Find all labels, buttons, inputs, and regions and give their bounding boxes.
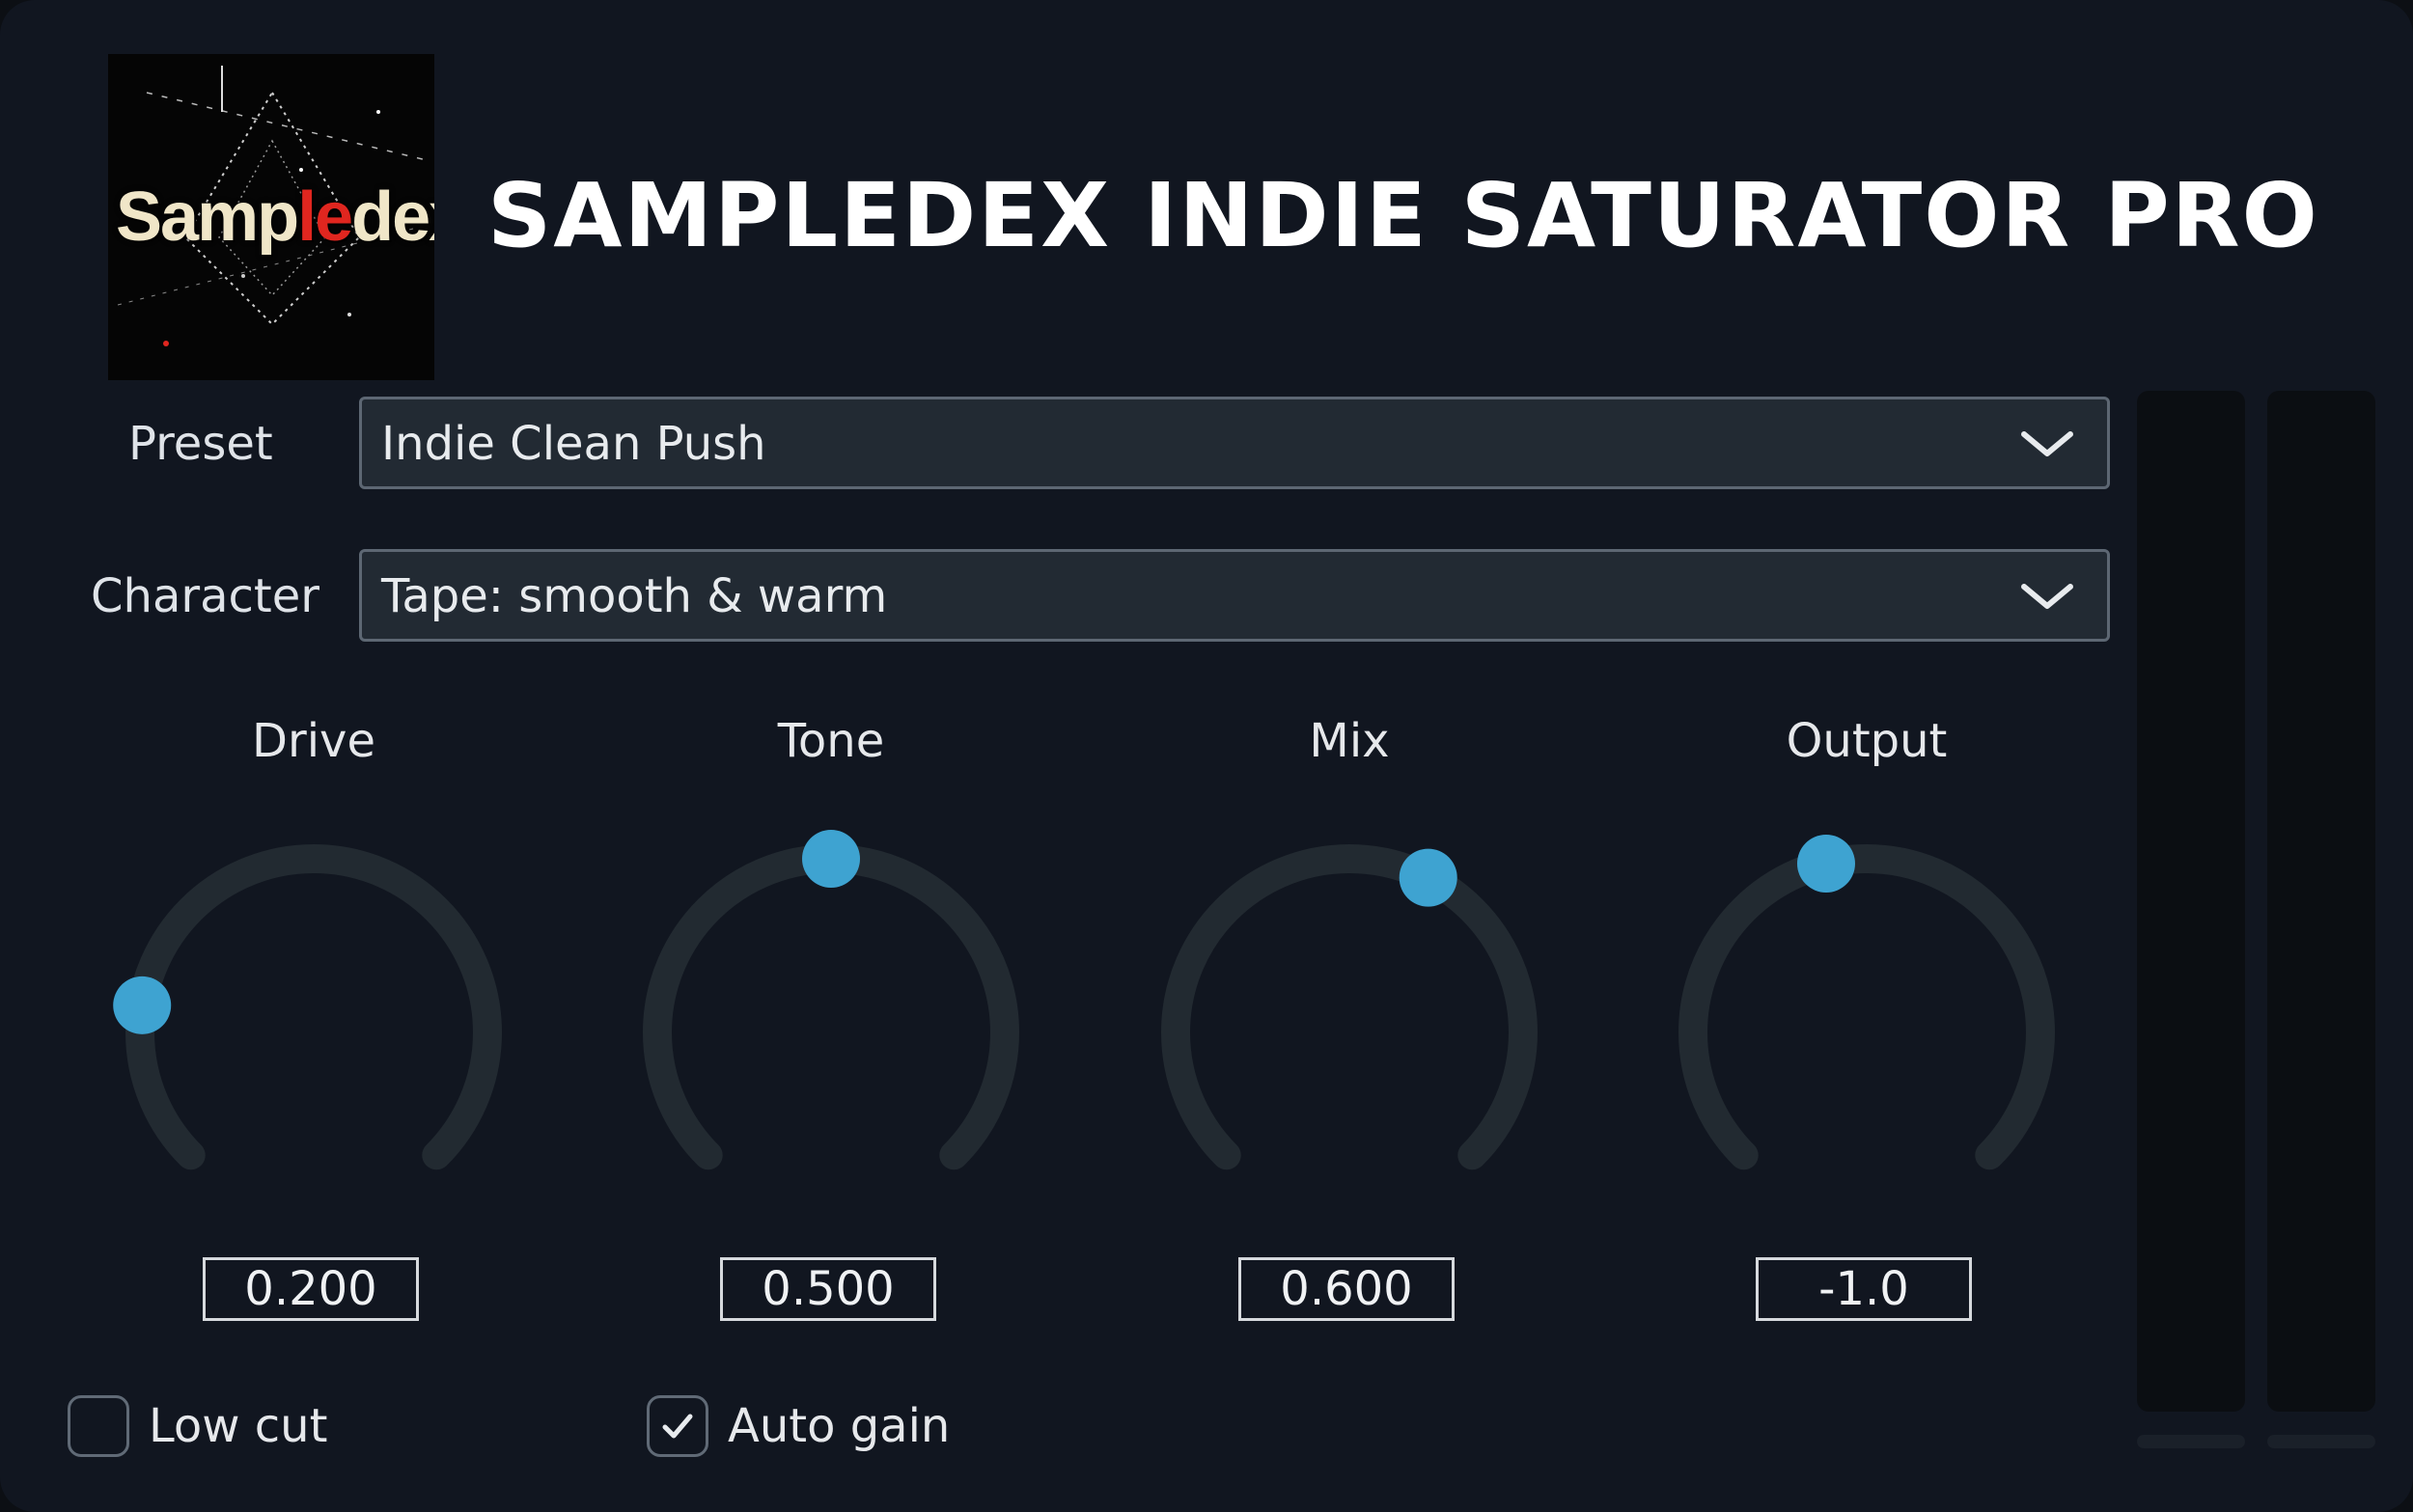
- low-cut-label: Low cut: [149, 1399, 328, 1453]
- mix-value[interactable]: 0.600: [1238, 1257, 1455, 1321]
- level-meter-right: [2267, 391, 2375, 1412]
- character-dropdown[interactable]: Tape: smooth & warm: [359, 549, 2110, 642]
- mix-label: Mix: [1309, 714, 1390, 768]
- chevron-down-icon: [2021, 584, 2073, 609]
- drive-value[interactable]: 0.200: [203, 1257, 419, 1321]
- mix-knob[interactable]: [1147, 830, 1552, 1235]
- auto-gain-checkbox[interactable]: [647, 1395, 708, 1457]
- tone-knob[interactable]: [628, 830, 1034, 1235]
- character-value: Tape: smooth & warm: [381, 569, 888, 623]
- knob-track: [125, 844, 502, 1170]
- low-cut-checkbox[interactable]: [68, 1395, 129, 1457]
- output-label: Output: [1786, 714, 1948, 768]
- auto-gain-label: Auto gain: [728, 1399, 951, 1453]
- tone-value[interactable]: 0.500: [720, 1257, 936, 1321]
- character-label: Character: [91, 569, 319, 623]
- knob-handle[interactable]: [113, 976, 172, 1034]
- drive-knob[interactable]: [111, 830, 516, 1235]
- knob-track: [1161, 844, 1538, 1170]
- knob-handle[interactable]: [1399, 848, 1457, 907]
- knob-track: [643, 844, 1019, 1170]
- plugin-title: SAMPLEDEX INDIE SATURATOR PRO: [487, 164, 2319, 267]
- preset-label: Preset: [128, 417, 273, 471]
- meter-clip-right: [2267, 1435, 2375, 1448]
- logo-wordmark: Sampledex: [116, 179, 434, 256]
- output-value[interactable]: -1.0: [1756, 1257, 1972, 1321]
- plugin-panel: Sampledex SAMPLEDEX INDIE SATURATOR PRO …: [0, 0, 2413, 1512]
- level-meter-left: [2137, 391, 2245, 1412]
- knob-track: [1678, 844, 2055, 1170]
- chevron-down-icon: [2021, 431, 2073, 456]
- knob-handle[interactable]: [802, 830, 860, 888]
- output-knob[interactable]: [1664, 830, 2069, 1235]
- knob-handle[interactable]: [1796, 834, 1855, 893]
- preset-value: Indie Clean Push: [381, 417, 766, 471]
- tone-label: Tone: [777, 714, 885, 768]
- preset-dropdown[interactable]: Indie Clean Push: [359, 397, 2110, 489]
- drive-label: Drive: [252, 714, 375, 768]
- checkmark-icon: [662, 1414, 693, 1439]
- sampledex-logo: Sampledex: [108, 54, 434, 380]
- meter-clip-left: [2137, 1435, 2245, 1448]
